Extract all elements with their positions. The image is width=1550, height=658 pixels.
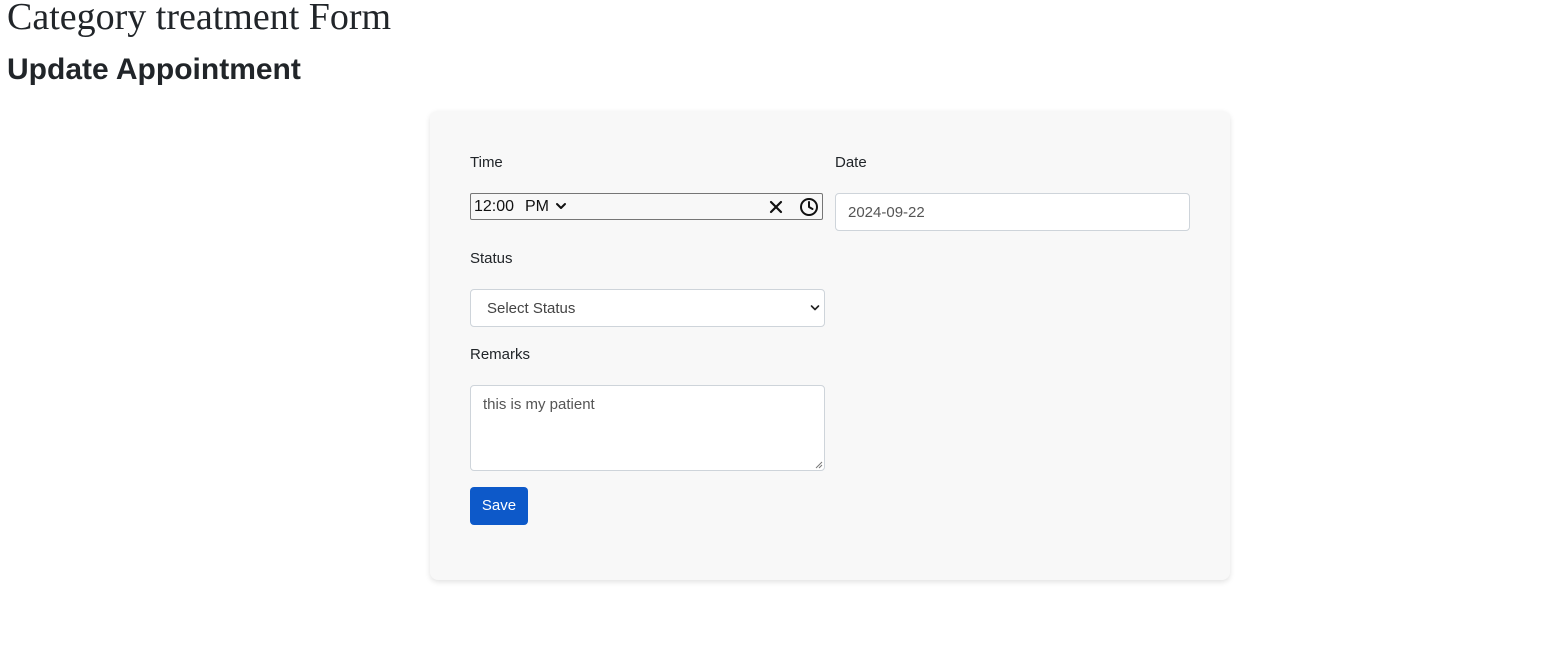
remarks-label: Remarks xyxy=(470,346,531,363)
time-value[interactable]: 12:00 xyxy=(474,197,514,217)
date-input[interactable]: 2024-09-22 xyxy=(835,193,1190,231)
page-title: Category treatment Form xyxy=(7,0,392,38)
time-input[interactable]: 12:00 PM xyxy=(470,193,823,220)
time-label: Time xyxy=(470,154,503,171)
page-subtitle: Update Appointment xyxy=(7,53,301,86)
clock-icon[interactable] xyxy=(799,197,819,217)
status-select[interactable]: Select Status xyxy=(470,289,825,327)
save-button[interactable]: Save xyxy=(470,487,528,525)
chevron-down-icon[interactable] xyxy=(555,200,567,212)
status-selected-value[interactable]: Select Status xyxy=(487,299,575,319)
date-label: Date xyxy=(835,154,867,171)
chevron-down-icon[interactable] xyxy=(810,303,820,313)
status-label: Status xyxy=(470,250,513,267)
time-period[interactable]: PM xyxy=(525,197,549,217)
close-icon[interactable] xyxy=(769,200,783,214)
remarks-textarea[interactable]: this is my patient xyxy=(470,385,825,471)
remarks-value[interactable]: this is my patient xyxy=(483,395,595,415)
appointment-form-card: Time Date 12:00 PM 2024-09-22 Status Sel… xyxy=(430,111,1230,580)
date-value[interactable]: 2024-09-22 xyxy=(848,203,925,223)
resize-grip-icon[interactable] xyxy=(814,460,823,469)
